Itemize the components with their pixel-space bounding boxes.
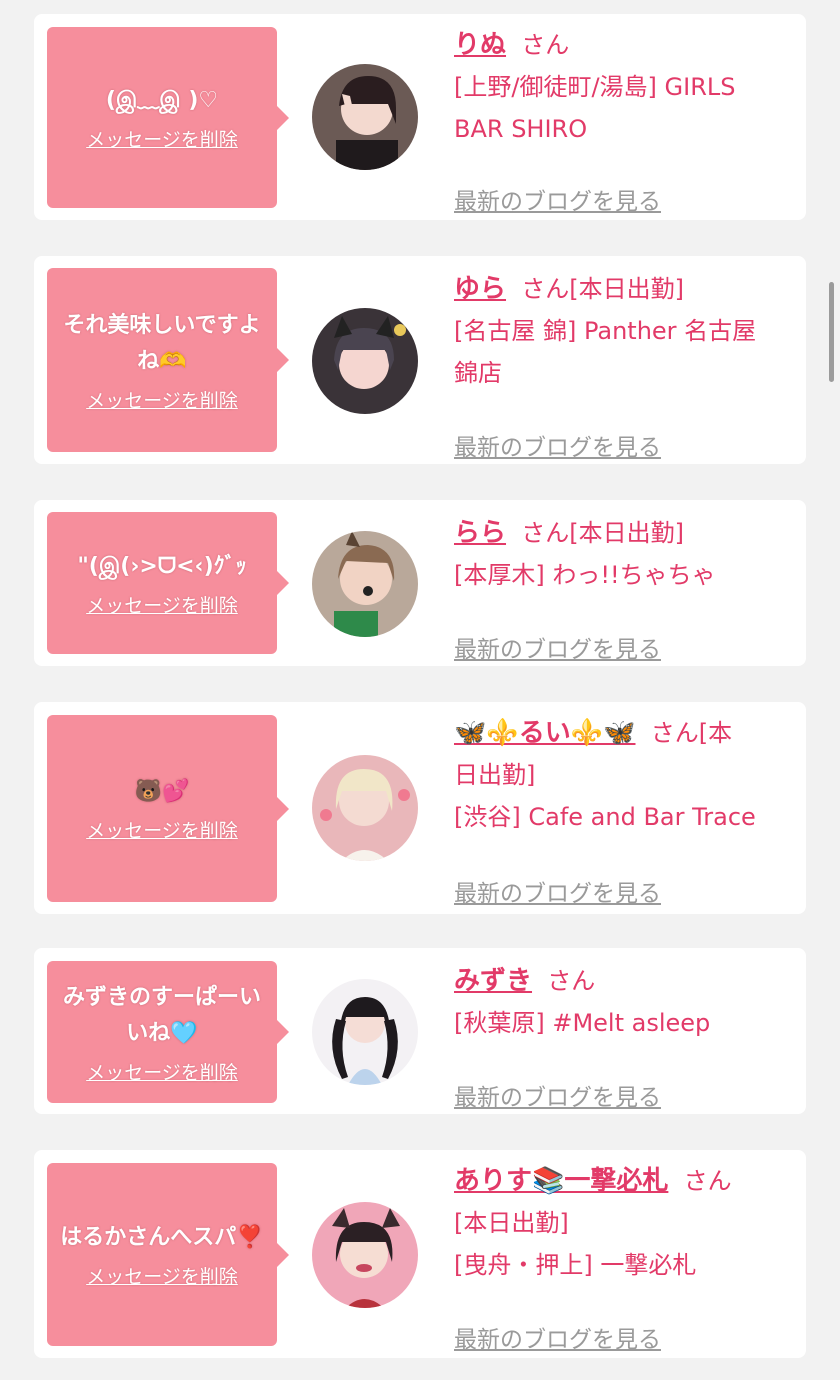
scrollbar[interactable]	[829, 282, 834, 382]
cast-name-link[interactable]: みずき	[454, 966, 532, 996]
cast-info: りぬ さん [上野/御徒町/湯島] GIRLS BAR SHIRO 最新のブログ…	[454, 24, 794, 215]
message-text: それ美味しいですよね🫶	[63, 312, 261, 374]
cast-suffix: さん	[547, 967, 596, 995]
latest-blog-link[interactable]: 最新のブログを見る	[454, 630, 661, 664]
message-text: 🐻💕	[134, 779, 190, 804]
delete-message-link[interactable]: メッセージを削除	[86, 1058, 238, 1085]
avatar[interactable]	[312, 755, 418, 861]
message-bubble: "(இ(›>ᗜ<‹)ｸﾞｯ メッセージを削除	[47, 512, 289, 654]
message-bubble: はるかさんへスパ❣️ メッセージを削除	[47, 1163, 289, 1346]
message-text: はるかさんへスパ❣️	[60, 1225, 264, 1250]
shop-info: [曳舟・押上] 一撃必札	[454, 1251, 697, 1279]
message-bubble: それ美味しいですよね🫶 メッセージを削除	[47, 268, 289, 452]
avatar[interactable]	[312, 979, 418, 1085]
shop-info: BAR SHIRO	[454, 115, 588, 143]
list-item: それ美味しいですよね🫶 メッセージを削除 ゆら さん[本日出勤] [名古屋 錦]…	[34, 256, 806, 464]
message-text: みずきのすーぱーいいね🩵	[62, 984, 261, 1046]
avatar[interactable]	[312, 1202, 418, 1308]
cast-name-link[interactable]: ゆら	[454, 274, 506, 304]
shop-info: 錦店	[454, 359, 502, 387]
cast-info: ありす📚一撃必札 さん [本日出勤] [曳舟・押上] 一撃必札 最新のブログを見…	[454, 1160, 794, 1353]
cast-suffix: さん	[683, 1167, 732, 1195]
cast-suffix: さん[本日出勤]	[521, 275, 685, 303]
shop-info: [上野/御徒町/湯島] GIRLS	[454, 73, 736, 101]
shop-info: [本厚木] わっ!!ちゃちゃ	[454, 561, 716, 589]
shop-info: [渋谷] Cafe and Bar Trace	[454, 803, 756, 831]
cast-info: 🦋⚜️るい⚜️🦋 さん[本 日出勤] [渋谷] Cafe and Bar Tra…	[454, 712, 794, 907]
list-item: みずきのすーぱーいいね🩵 メッセージを削除 みずき さん [秋葉原] #Melt…	[34, 948, 806, 1114]
list-item: "(இ(›>ᗜ<‹)ｸﾞｯ メッセージを削除 らら さん[本日出勤] [本厚木]…	[34, 500, 806, 666]
cast-name-link[interactable]: りぬ	[454, 30, 506, 60]
cast-suffix: さん[本日出勤]	[521, 519, 685, 547]
cast-suffix: さん[本	[650, 719, 733, 747]
cast-info: らら さん[本日出勤] [本厚木] わっ!!ちゃちゃ 最新のブログを見る	[454, 512, 794, 663]
delete-message-link[interactable]: メッセージを削除	[86, 816, 238, 843]
delete-message-link[interactable]: メッセージを削除	[86, 386, 238, 413]
cast-info: みずき さん [秋葉原] #Melt asleep 最新のブログを見る	[454, 960, 794, 1111]
cast-suffix: さん	[521, 31, 570, 59]
avatar[interactable]	[312, 531, 418, 637]
cast-name-link[interactable]: 🦋⚜️るい⚜️🦋	[454, 718, 636, 748]
avatar[interactable]	[312, 64, 418, 170]
cast-name-link[interactable]: らら	[454, 518, 506, 548]
list-item: はるかさんへスパ❣️ メッセージを削除 ありす📚一撃必札 さん [本日出勤] […	[34, 1150, 806, 1358]
list-item: 🐻💕 メッセージを削除 🦋⚜️るい⚜️🦋 さん[本 日出勤] [渋谷] Cafe…	[34, 702, 806, 914]
avatar[interactable]	[312, 308, 418, 414]
delete-message-link[interactable]: メッセージを削除	[86, 1262, 238, 1289]
cast-info: ゆら さん[本日出勤] [名古屋 錦] Panther 名古屋 錦店 最新のブロ…	[454, 268, 794, 461]
delete-message-link[interactable]: メッセージを削除	[86, 125, 238, 152]
message-bubble: みずきのすーぱーいいね🩵 メッセージを削除	[47, 961, 289, 1103]
delete-message-link[interactable]: メッセージを削除	[86, 591, 238, 618]
message-text: (இ﹏இ )♡	[105, 88, 219, 113]
list-item: (இ﹏இ )♡ メッセージを削除 りぬ さん [上野/御徒町/湯島] GIRLS…	[34, 14, 806, 220]
latest-blog-link[interactable]: 最新のブログを見る	[454, 182, 661, 216]
message-bubble: 🐻💕 メッセージを削除	[47, 715, 289, 902]
shop-info: 日出勤]	[454, 761, 536, 789]
message-bubble: (இ﹏இ )♡ メッセージを削除	[47, 27, 289, 208]
cast-name-link[interactable]: ありす📚一撃必札	[454, 1166, 668, 1196]
shop-info: [本日出勤]	[454, 1209, 569, 1237]
latest-blog-link[interactable]: 最新のブログを見る	[454, 1320, 661, 1354]
latest-blog-link[interactable]: 最新のブログを見る	[454, 428, 661, 462]
latest-blog-link[interactable]: 最新のブログを見る	[454, 1078, 661, 1112]
shop-info: [名古屋 錦] Panther 名古屋	[454, 317, 757, 345]
shop-info: [秋葉原] #Melt asleep	[454, 1009, 711, 1037]
message-text: "(இ(›>ᗜ<‹)ｸﾞｯ	[77, 553, 247, 579]
latest-blog-link[interactable]: 最新のブログを見る	[454, 874, 661, 908]
